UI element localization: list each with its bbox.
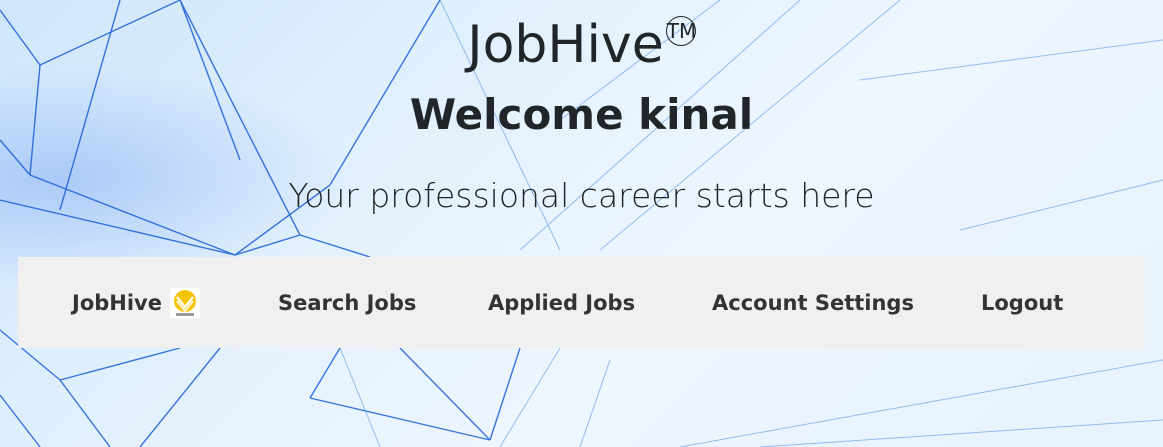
nav-search-jobs[interactable]: Search Jobs — [278, 257, 416, 348]
brand-title-text: JobHive — [467, 15, 664, 75]
tagline: Your professional career starts here — [288, 176, 875, 215]
nav-account-settings[interactable]: Account Settings — [712, 257, 914, 348]
welcome-heading: Welcome kinal — [409, 90, 754, 139]
nav-logout[interactable]: Logout — [981, 257, 1063, 348]
navbar-brand-label: JobHive — [72, 290, 162, 315]
navbar-brand-link[interactable]: JobHive — [72, 257, 200, 348]
nav-applied-jobs[interactable]: Applied Jobs — [488, 257, 635, 348]
main-navbar: JobHive Search Jobs Applied Jobs Account… — [18, 257, 1145, 348]
jobhive-logo-icon — [169, 287, 200, 318]
brand-title: JobHive TM — [0, 12, 1163, 78]
trademark-symbol: TM — [665, 16, 696, 46]
